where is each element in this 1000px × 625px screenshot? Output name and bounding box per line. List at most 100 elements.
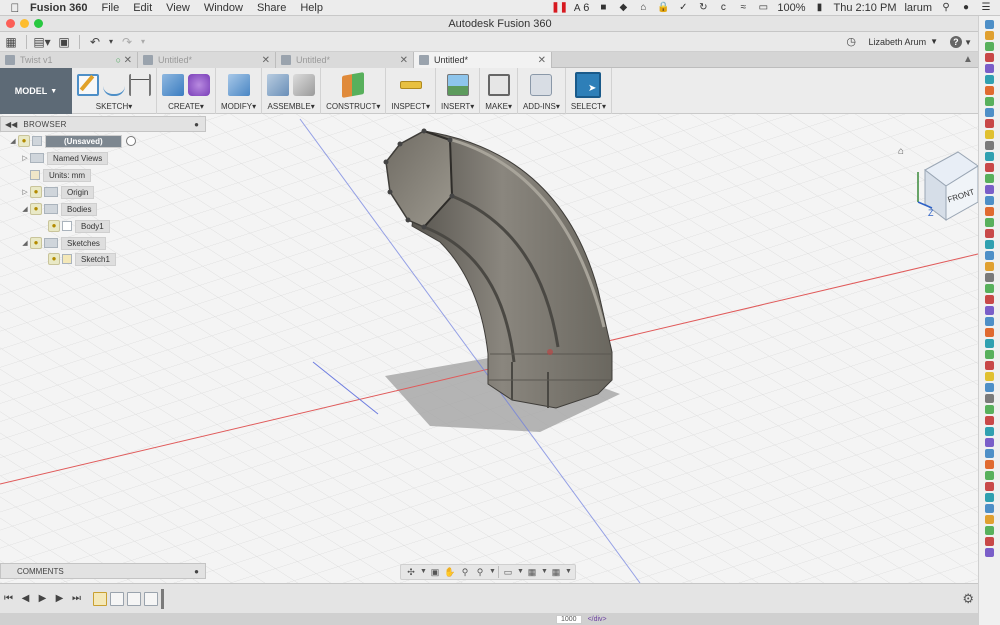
tab-untitled-1[interactable]: Untitled* ✕ (138, 52, 276, 68)
browser-node-units[interactable]: Units: mm (30, 168, 91, 182)
play-icon[interactable]: ▶ (34, 593, 51, 604)
browser-panel-header[interactable]: ◀◀ BROWSER ● (0, 116, 206, 132)
visibility-bulb-icon[interactable]: ● (30, 186, 42, 198)
dock-app-icon[interactable] (985, 361, 994, 370)
visibility-bulb-icon[interactable]: ● (30, 237, 42, 249)
toolbar-group-label[interactable]: SKETCH▾ (96, 102, 132, 111)
scripts-addins-icon[interactable] (530, 74, 553, 96)
timeline-feature-modify[interactable] (127, 591, 141, 606)
3d-print-icon[interactable] (487, 74, 510, 96)
display-settings-icon[interactable]: ▭ (502, 566, 514, 578)
minimize-window-icon[interactable] (20, 19, 29, 28)
browser-node-body1[interactable]: ● Body1 (48, 219, 110, 233)
chevron-down-icon[interactable]: ◢ (20, 239, 30, 247)
new-component-icon[interactable] (267, 74, 290, 96)
close-tab-icon[interactable]: ✕ (538, 55, 546, 66)
dock-app-icon[interactable] (985, 130, 994, 139)
chevron-down-icon[interactable]: ▼ (565, 566, 572, 578)
siri-icon[interactable]: ● (960, 2, 972, 13)
menu-app-name[interactable]: Fusion 360 (30, 2, 87, 14)
dock-app-icon[interactable] (985, 328, 994, 337)
undo-dropdown-icon[interactable]: ▾ (106, 33, 116, 51)
dock-app-icon[interactable] (985, 273, 994, 282)
browser-node-sketch1[interactable]: ● Sketch1 (48, 252, 116, 266)
collapse-icon[interactable]: ◀◀ (5, 120, 17, 129)
dock-app-icon[interactable] (985, 163, 994, 172)
dock-app-icon[interactable] (985, 152, 994, 161)
dock-app-icon[interactable] (985, 416, 994, 425)
tab-untitled-active[interactable]: Untitled* ✕ (414, 52, 552, 68)
undo-icon[interactable]: ↶ (84, 33, 106, 51)
dock-app-icon[interactable] (985, 471, 994, 480)
chevron-right-icon[interactable]: ▷ (20, 188, 30, 196)
toolbar-group-label[interactable]: CREATE▾ (168, 102, 204, 111)
menu-file[interactable]: File (101, 2, 119, 14)
toolbar-group-label[interactable]: ASSEMBLE▾ (268, 102, 315, 111)
home-icon[interactable]: ⌂ (637, 2, 649, 13)
joint-icon[interactable] (293, 74, 316, 96)
pin-icon[interactable]: ● (194, 120, 199, 129)
dock-app-icon[interactable] (985, 31, 994, 40)
measure-icon[interactable] (399, 81, 422, 89)
orbit-icon[interactable]: ✣ (405, 566, 417, 578)
extrude-icon[interactable] (162, 74, 184, 96)
dock-app-icon[interactable] (985, 394, 994, 403)
look-at-icon[interactable]: ▣ (429, 566, 441, 578)
sketch-dimension-icon[interactable] (129, 74, 151, 96)
select-icon[interactable]: ➤ (575, 72, 602, 98)
dock-app-icon[interactable] (985, 504, 994, 513)
dropbox-icon[interactable]: ◆ (617, 2, 629, 13)
chevron-right-icon[interactable]: ▷ (20, 154, 30, 162)
spotlight-search-icon[interactable]: ⚲ (940, 2, 952, 13)
toolbar-group-label[interactable]: MODIFY▾ (221, 102, 256, 111)
dock-app-icon[interactable] (985, 240, 994, 249)
dock-app-icon[interactable] (985, 97, 994, 106)
dock-app-icon[interactable] (985, 548, 994, 557)
toolbar-group-label[interactable]: INSPECT▾ (391, 102, 430, 111)
tab-untitled-2[interactable]: Untitled* ✕ (276, 52, 414, 68)
offset-plane-icon[interactable] (342, 72, 365, 98)
visibility-bulb-icon[interactable]: ● (30, 203, 42, 215)
dock-app-icon[interactable] (985, 262, 994, 271)
toolbar-group-label[interactable]: ADD-INS▾ (523, 102, 560, 111)
dock-app-icon[interactable] (985, 438, 994, 447)
chevron-down-icon[interactable]: ▼ (489, 566, 496, 578)
dock-app-icon[interactable] (985, 306, 994, 315)
step-forward-icon[interactable]: ▶ (51, 593, 68, 604)
close-window-icon[interactable] (6, 19, 15, 28)
chevron-down-icon[interactable]: ◢ (8, 137, 18, 145)
battery-icon[interactable]: ▮ (814, 2, 826, 13)
browser-node-root[interactable]: ◢ ● (Unsaved) (8, 134, 136, 148)
zoom-icon[interactable]: ⚲ (459, 566, 471, 578)
redo-icon[interactable]: ↷ (116, 33, 138, 51)
bluetooth-icon[interactable]: ϲ (717, 2, 729, 13)
check-icon[interactable]: ✓ (677, 2, 689, 13)
dock-app-icon[interactable] (985, 75, 994, 84)
timeline-feature-sketch[interactable] (93, 591, 107, 606)
apple-icon[interactable]:  (0, 1, 30, 15)
clock-text[interactable]: Thu 2:10 PM (834, 2, 897, 14)
dock-app-icon[interactable] (985, 493, 994, 502)
dock-app-icon[interactable] (985, 317, 994, 326)
activate-radio-icon[interactable] (125, 136, 136, 146)
dock-app-icon[interactable] (985, 515, 994, 524)
dock-app-icon[interactable] (985, 196, 994, 205)
menu-edit[interactable]: Edit (133, 2, 152, 14)
pause-icon[interactable]: ❚❚ (551, 2, 568, 13)
grid-snap-icon[interactable]: ▦ (526, 566, 538, 578)
help-menu[interactable]: ? ▼ (949, 35, 972, 48)
press-pull-icon[interactable] (227, 74, 250, 96)
dock-app-icon[interactable] (985, 449, 994, 458)
file-menu-icon[interactable]: ▤▾ (31, 33, 53, 51)
user-account-menu[interactable]: Lizabeth Arum ▼ (869, 37, 938, 47)
visibility-bulb-icon[interactable]: ● (18, 135, 30, 147)
wifi-icon[interactable]: ≈ (737, 2, 749, 13)
chevron-down-icon[interactable]: ◢ (20, 205, 30, 213)
dock-app-icon[interactable] (985, 141, 994, 150)
adobe-status[interactable]: A6 (571, 2, 589, 14)
create-form-icon[interactable] (188, 74, 210, 96)
lock-icon[interactable]: 🔒 (657, 2, 669, 13)
dock-app-icon[interactable] (985, 537, 994, 546)
notification-center-icon[interactable]: ☰ (980, 2, 992, 13)
dock-app-icon[interactable] (985, 427, 994, 436)
